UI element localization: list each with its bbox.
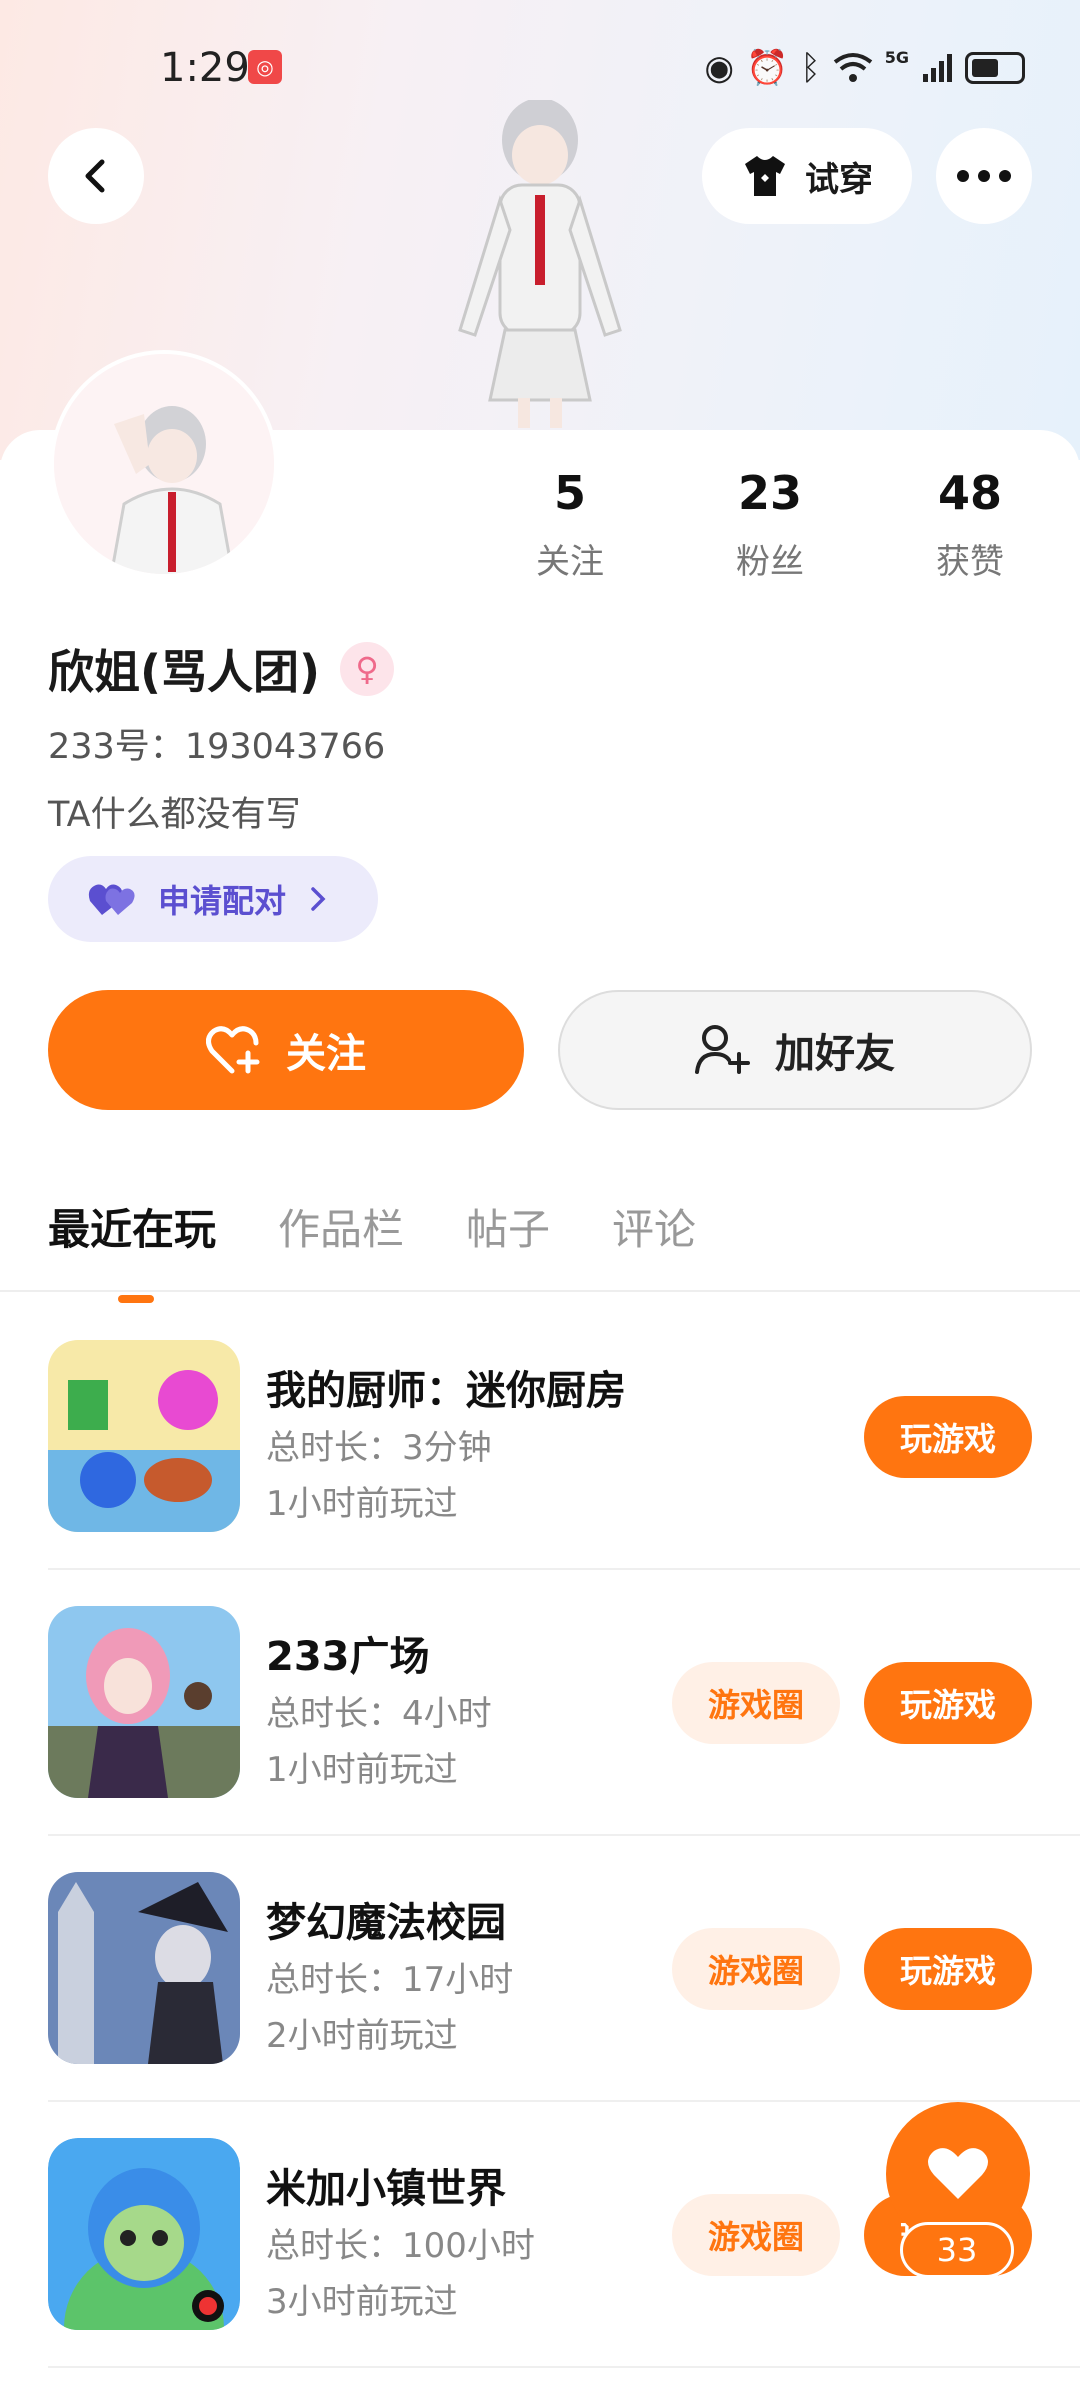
duration-value: 17小时	[402, 1960, 514, 2000]
play-game-button[interactable]: 玩游戏	[864, 1662, 1032, 1744]
stat-likes[interactable]: 48 获赞	[870, 466, 1070, 583]
network-type: 5G	[884, 48, 909, 67]
game-icon	[48, 2138, 240, 2330]
stat-value: 48	[937, 466, 1002, 520]
heart-icon	[928, 2148, 988, 2199]
avatar-3d-figure	[458, 100, 622, 428]
user-id: 233号：193043766	[48, 718, 385, 769]
profile-tabs: 最近在玩 作品栏 帖子 评论	[48, 1196, 696, 1303]
alarm-icon: ⏰	[745, 48, 789, 88]
double-heart-icon	[88, 884, 135, 915]
game-list-item[interactable]: 米加小镇世界 总时长：100小时 3小时前玩过 游戏圈 玩游戏	[48, 2138, 1032, 2378]
apply-match-button[interactable]: 申请配对	[48, 856, 378, 942]
play-game-button[interactable]: 玩游戏	[864, 1928, 1032, 2010]
tab-recently-played[interactable]: 最近在玩	[48, 1196, 216, 1303]
battery-icon	[965, 52, 1025, 84]
eye-icon: ◉	[704, 48, 734, 88]
try-on-button[interactable]: 试穿	[702, 128, 912, 224]
heart-plus-icon	[206, 1026, 260, 1074]
try-on-label: 试穿	[805, 159, 873, 200]
game-last-played: 1小时前玩过	[266, 1484, 458, 1524]
game-icon	[48, 1872, 240, 2064]
list-divider	[48, 2100, 1080, 2102]
game-list-item[interactable]: 梦幻魔法校园 总时长：17小时 2小时前玩过 游戏圈 玩游戏	[48, 1872, 1032, 2112]
stat-label: 粉丝	[736, 542, 804, 582]
tab-comments[interactable]: 评论	[612, 1196, 696, 1257]
uid-value: 193043766	[184, 727, 386, 767]
bluetooth-icon: ᛒ	[800, 48, 821, 88]
game-list-item[interactable]: 我的厨师：迷你厨房 总时长：3分钟 1小时前玩过 玩游戏	[48, 1340, 1032, 1580]
tshirt-icon	[745, 156, 785, 196]
game-title: 我的厨师：迷你厨房	[266, 1368, 626, 1414]
duration-label: 总时长：	[266, 1694, 402, 1734]
duration-value: 4小时	[402, 1694, 492, 1734]
follow-label: 关注	[286, 1031, 366, 1077]
game-duration: 总时长：17小时	[266, 1952, 513, 2001]
apply-match-label: 申请配对	[158, 882, 287, 920]
tab-works[interactable]: 作品栏	[278, 1196, 404, 1257]
stats-row: 5 关注 23 粉丝 48 获赞	[470, 466, 1070, 583]
stat-value: 23	[737, 466, 802, 520]
chevron-right-icon	[311, 887, 326, 911]
game-duration: 总时长：3分钟	[266, 1420, 492, 1469]
chevron-left-icon	[85, 159, 105, 193]
game-list-item[interactable]: 233广场 总时长：4小时 1小时前玩过 游戏圈 玩游戏	[48, 1606, 1032, 1846]
status-bar: 1:29 ◎ ◉ ⏰ ᛒ 5G	[0, 40, 1080, 100]
game-last-played: 3小时前玩过	[266, 2282, 458, 2322]
play-game-button[interactable]: 玩游戏	[864, 1396, 1032, 1478]
add-friend-label: 加好友	[775, 1031, 895, 1077]
game-circle-button[interactable]: 游戏圈	[672, 1928, 840, 2010]
list-divider	[48, 1834, 1080, 1836]
duration-label: 总时长：	[266, 1960, 402, 2000]
ellipsis-icon	[957, 170, 1011, 182]
tab-posts[interactable]: 帖子	[466, 1196, 550, 1257]
game-duration: 总时长：100小时	[266, 2218, 535, 2267]
more-button[interactable]	[936, 128, 1032, 224]
back-button[interactable]	[48, 128, 144, 224]
game-icon	[48, 1606, 240, 1798]
signal-icon	[923, 54, 952, 82]
game-circle-button[interactable]: 游戏圈	[672, 2194, 840, 2276]
wifi-icon	[833, 53, 872, 82]
game-last-played: 1小时前玩过	[266, 1750, 458, 1790]
duration-value: 3分钟	[402, 1428, 492, 1468]
game-title: 233广场	[266, 1634, 430, 1680]
game-duration: 总时长：4小时	[266, 1686, 492, 1735]
game-title: 米加小镇世界	[266, 2166, 506, 2212]
add-user-icon	[695, 1025, 750, 1074]
status-time: 1:29	[160, 45, 250, 91]
stat-label: 关注	[536, 542, 604, 582]
stat-followers[interactable]: 23 粉丝	[670, 466, 870, 583]
avatar-image	[54, 354, 274, 574]
uid-label: 233号：	[48, 727, 185, 767]
stat-value: 5	[553, 466, 586, 520]
game-icon	[48, 1340, 240, 1532]
avatar[interactable]	[50, 350, 278, 578]
game-last-played: 2小时前玩过	[266, 2016, 458, 2056]
game-title: 梦幻魔法校园	[266, 1900, 506, 1946]
female-icon: ♀	[340, 642, 395, 696]
duration-label: 总时长：	[266, 2226, 402, 2266]
game-circle-button[interactable]: 游戏圈	[672, 1662, 840, 1744]
profile-bio: TA什么都没有写	[48, 795, 301, 835]
duration-value: 100小时	[402, 2226, 535, 2266]
app-notification-icon: ◎	[248, 50, 282, 84]
list-divider	[48, 2366, 1080, 2368]
follow-button[interactable]: 关注	[48, 990, 524, 1110]
add-friend-button[interactable]: 加好友	[558, 990, 1032, 1110]
status-icons: ◉ ⏰ ᛒ 5G	[704, 48, 1025, 88]
stat-following[interactable]: 5 关注	[470, 466, 670, 583]
stat-label: 获赞	[936, 542, 1004, 582]
list-divider	[48, 1568, 1080, 1570]
profile-name: 欣姐(骂人团)	[48, 645, 321, 699]
profile-name-row: 欣姐(骂人团) ♀	[48, 636, 395, 702]
duration-label: 总时长：	[266, 1428, 402, 1468]
tab-divider	[0, 1290, 1080, 1292]
like-count-badge: 33	[900, 2222, 1014, 2278]
